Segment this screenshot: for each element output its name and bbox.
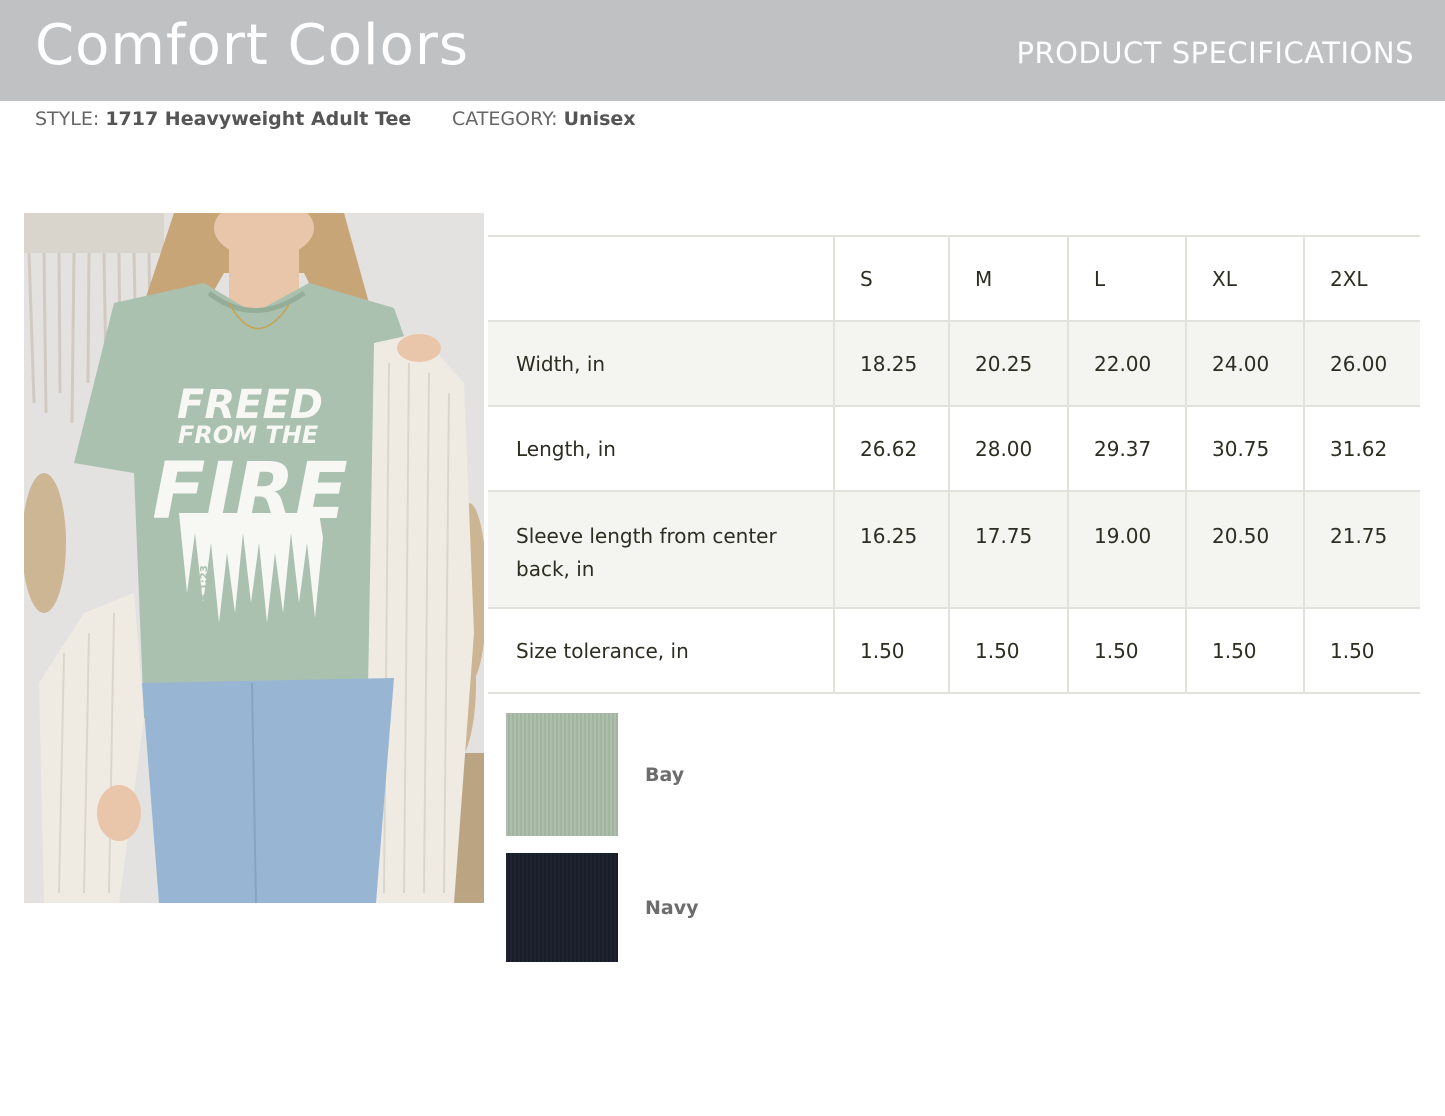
table-cell: 26.00	[1303, 321, 1420, 406]
brand-title: Comfort Colors	[35, 13, 470, 78]
shirt-print-line-2: FROM THE	[178, 421, 319, 449]
document-type-title: PRODUCT SPECIFICATIONS	[1016, 36, 1414, 70]
table-cell: 21.75	[1303, 491, 1420, 608]
header-banner: Comfort Colors PRODUCT SPECIFICATIONS	[0, 0, 1445, 101]
size-header: S	[833, 236, 949, 321]
style-info: STYLE: 1717 Heavyweight Adult Tee	[35, 108, 411, 130]
table-cell: 28.00	[948, 406, 1068, 491]
size-header: M	[948, 236, 1068, 321]
size-header-row: S M L XL 2XL	[488, 236, 1420, 321]
table-cell: 30.75	[1185, 406, 1304, 491]
size-header: 2XL	[1303, 236, 1420, 321]
style-label: STYLE:	[35, 108, 100, 130]
table-cell: 20.50	[1185, 491, 1304, 608]
table-cell: 24.00	[1185, 321, 1304, 406]
table-cell: 26.62	[833, 406, 949, 491]
size-chart-table: S M L XL 2XL Width, in 18.25 20.25 22.00…	[488, 235, 1420, 694]
table-cell: 17.75	[948, 491, 1068, 608]
row-label: Width, in	[516, 351, 606, 376]
color-swatch-navy	[506, 853, 618, 962]
jeans	[142, 678, 394, 903]
product-photo: FREED FROM THE FIRE JUDE 1:23	[24, 213, 484, 903]
row-label: Sleeve length from center back, in	[516, 524, 777, 581]
category-value: Unisex	[563, 108, 636, 130]
table-row: Sleeve length from center back, in 16.25…	[488, 491, 1420, 608]
color-swatch-bay	[506, 713, 618, 836]
category-label: CATEGORY:	[452, 108, 558, 130]
table-cell: 29.37	[1067, 406, 1186, 491]
table-cell: 18.25	[833, 321, 949, 406]
table-cell: 20.25	[948, 321, 1068, 406]
color-name-bay: Bay	[645, 764, 685, 786]
row-label: Length, in	[516, 436, 616, 461]
size-header: XL	[1185, 236, 1304, 321]
table-cell: 1.50	[948, 608, 1068, 693]
table-row: Length, in 26.62 28.00 29.37 30.75 31.62	[488, 406, 1420, 491]
color-name-navy: Navy	[645, 897, 699, 919]
table-cell: 16.25	[833, 491, 949, 608]
table-cell: 19.00	[1067, 491, 1186, 608]
table-cell: 1.50	[833, 608, 949, 693]
style-value: 1717 Heavyweight Adult Tee	[105, 108, 412, 130]
category-info: CATEGORY: Unisex	[452, 108, 636, 130]
table-cell: 31.62	[1303, 406, 1420, 491]
table-cell: 1.50	[1185, 608, 1304, 693]
table-cell: 22.00	[1067, 321, 1186, 406]
table-row: Size tolerance, in 1.50 1.50 1.50 1.50 1…	[488, 608, 1420, 693]
header-blank	[488, 236, 834, 321]
row-label: Size tolerance, in	[516, 638, 689, 663]
table-row: Width, in 18.25 20.25 22.00 24.00 26.00	[488, 321, 1420, 406]
table-cell: 1.50	[1303, 608, 1420, 693]
shirt-print-side: JUDE 1:23	[199, 565, 210, 621]
table-cell: 1.50	[1067, 608, 1186, 693]
size-header: L	[1067, 236, 1186, 321]
